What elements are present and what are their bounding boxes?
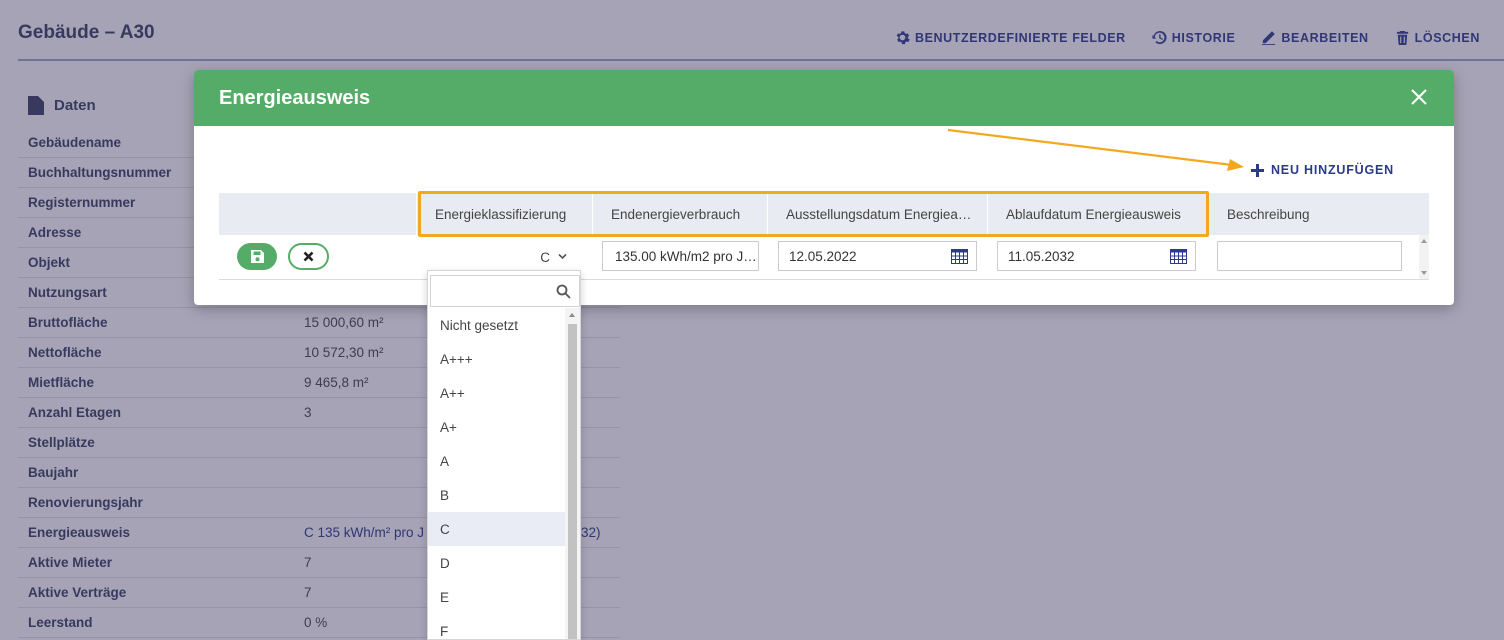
dropdown-option[interactable]: A++ — [428, 376, 566, 410]
modal-header: Energieausweis — [194, 70, 1454, 126]
issue-date-input[interactable]: 12.05.2022 — [778, 241, 977, 271]
grid-header: Energieklassifizierung Endenergieverbrau… — [219, 193, 1429, 235]
cancel-row-button[interactable] — [288, 243, 329, 270]
dropdown-option[interactable]: A+ — [428, 410, 566, 444]
save-row-button[interactable] — [237, 243, 277, 270]
chevron-down-icon — [557, 250, 568, 261]
add-new-button[interactable]: NEU HINZUFÜGEN — [1250, 163, 1394, 177]
dropdown-option-selected[interactable]: C — [428, 512, 566, 546]
energy-consumption-input[interactable]: 135.00 kWh/m2 pro J… — [602, 241, 759, 271]
column-header-consumption[interactable]: Endenergieverbrauch — [593, 193, 768, 235]
close-icon — [303, 251, 314, 262]
issue-date-value: 12.05.2022 — [789, 248, 857, 264]
dropdown-option[interactable]: A+++ — [428, 342, 566, 376]
classification-value: C — [540, 249, 550, 265]
expiry-date-value: 11.05.2032 — [1008, 248, 1075, 264]
dropdown-search-input[interactable] — [431, 276, 551, 306]
dropdown-option[interactable]: E — [428, 580, 566, 614]
dropdown-options: Nicht gesetzt A+++ A++ A+ A B C D E F — [428, 308, 566, 639]
column-header-issue-date[interactable]: Ausstellungsdatum Energiea… — [768, 193, 988, 235]
floppy-disk-icon — [250, 250, 264, 263]
column-header-description[interactable]: Beschreibung — [1207, 193, 1429, 235]
column-header-expiry-date[interactable]: Ablaufdatum Energieausweis — [988, 193, 1207, 235]
dropdown-option[interactable]: B — [428, 478, 566, 512]
column-header-actions — [219, 193, 417, 235]
expiry-date-input[interactable]: 11.05.2032 — [997, 241, 1196, 271]
plus-icon — [1250, 163, 1264, 177]
classification-dropdown: Nicht gesetzt A+++ A++ A+ A B C D E F — [427, 270, 581, 640]
calendar-icon[interactable] — [1170, 249, 1187, 264]
dropdown-option[interactable]: D — [428, 546, 566, 580]
dropdown-option[interactable]: F — [428, 614, 566, 639]
energy-consumption-value: 135.00 kWh/m2 pro J… — [615, 248, 757, 264]
close-button[interactable] — [1410, 88, 1428, 106]
add-new-label: NEU HINZUFÜGEN — [1270, 163, 1394, 177]
grid-scrollbar[interactable] — [1419, 235, 1429, 279]
dropdown-search — [430, 275, 580, 307]
search-icon — [556, 284, 571, 299]
scrollbar-thumb[interactable] — [568, 324, 577, 639]
grid-row-divider — [219, 279, 1429, 280]
scroll-up-arrow[interactable] — [569, 313, 575, 317]
modal-title: Energieausweis — [219, 86, 371, 109]
calendar-icon[interactable] — [951, 249, 968, 264]
scroll-down-arrow[interactable] — [1421, 271, 1427, 275]
classification-select[interactable]: C — [427, 241, 580, 273]
column-header-classification[interactable]: Energieklassifizierung — [417, 193, 593, 235]
dropdown-option[interactable]: A — [428, 444, 566, 478]
dropdown-option[interactable]: Nicht gesetzt — [428, 308, 566, 342]
scroll-up-arrow[interactable] — [1421, 239, 1427, 243]
energy-certificate-modal: Energieausweis NEU HINZUFÜGEN Energiekla… — [194, 70, 1454, 305]
grid-edit-row: C 135.00 kWh/m2 pro J… 12.05.2022 11.05.… — [219, 235, 1429, 279]
dropdown-scrollbar[interactable] — [565, 308, 580, 639]
close-icon — [1411, 89, 1427, 105]
description-input[interactable] — [1217, 241, 1402, 271]
